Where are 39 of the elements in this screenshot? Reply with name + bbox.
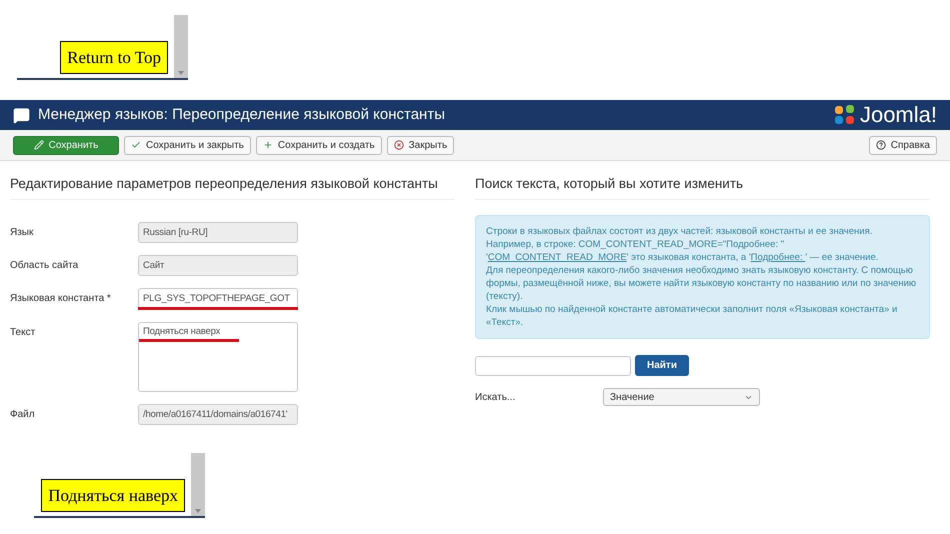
return-top-button[interactable]: Подняться наверх	[41, 478, 185, 512]
chat-icon	[13, 106, 30, 124]
field-label: Языковая константа *	[10, 292, 112, 306]
search-field[interactable]	[475, 356, 631, 376]
field-label: Язык	[10, 226, 34, 240]
readonly-field: /home/a0167411/domains/a016741'	[138, 404, 298, 425]
info-text: Строки в языковых файлах состоят из двух частей: языковой константы и ее значения.	[486, 225, 874, 238]
info-text: Например, в строке: COM_CONTENT_READ_MORE="Подробнее: "	[486, 238, 786, 251]
field-label: Область сайта	[10, 259, 80, 273]
edit-icon	[34, 140, 44, 150]
logo-icon	[832, 103, 857, 127]
info-text: 'COM_CONTENT_READ_MORE' это языковая константа, а 'Подробнее: ' — ее значение.	[486, 251, 880, 264]
toolbar-button[interactable]: Сохранить	[13, 136, 119, 154]
info-text: Для переопределения какого-либо значения необходимо знать языковую константу. С помощью формы, размещённой ниже, вы можете найти языковую константу по названию или по значению (тексту).	[486, 264, 918, 303]
toolbar-button[interactable]: Сохранить и закрыть	[124, 136, 251, 154]
info-text: Клик мышью по найденной константе автоматически заполнит поля «Языковая константа» и «Текст».	[486, 303, 898, 329]
text-area[interactable]: Подняться наверх	[138, 322, 298, 392]
field-label: Файл	[10, 408, 36, 422]
logo-text: Joomla!	[860, 104, 937, 126]
scrollbar[interactable]	[174, 15, 188, 78]
section-title: Редактирование параметров переопределения языковой константы	[10, 175, 438, 193]
field-label: Текст	[10, 326, 36, 340]
readonly-field: Сайт	[138, 255, 298, 276]
scrollbar[interactable]	[191, 453, 205, 516]
help-button[interactable]: Справка	[868, 136, 937, 154]
readonly-field: Russian [ru-RU]	[138, 222, 298, 243]
search-in-select[interactable]: Значение	[603, 388, 760, 406]
field-label: Искать...	[475, 390, 516, 404]
input-field[interactable]: PLG_SYS_TOPOFTHEPAGE_GOT	[138, 288, 298, 309]
section-title: Поиск текста, который вы хотите изменить	[475, 175, 744, 193]
help-icon	[876, 140, 886, 150]
cancel-icon	[394, 140, 404, 150]
search-button[interactable]: Найти	[635, 355, 689, 376]
return-top-button[interactable]: Return to Top	[60, 40, 168, 74]
page-title: Менеджер языков: Переопределение языковой константы	[38, 104, 445, 125]
toolbar-button[interactable]: Сохранить и создать	[256, 136, 382, 154]
plus-icon	[262, 140, 273, 150]
toolbar-button[interactable]: Закрыть	[386, 136, 454, 154]
check-icon	[131, 140, 141, 150]
